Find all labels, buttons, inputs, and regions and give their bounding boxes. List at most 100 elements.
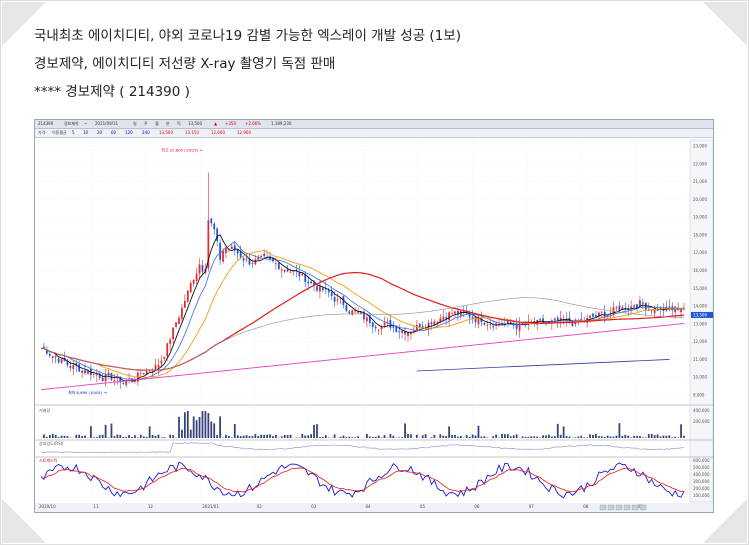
volume-bar [374, 436, 377, 438]
volume-bar [113, 436, 116, 438]
volume-bar [78, 434, 81, 438]
price-tick-label: 12,000 [693, 339, 707, 344]
stochastic-tick-label: 500,000 [693, 465, 710, 470]
candle-body [656, 310, 659, 311]
volume-bar [251, 436, 254, 438]
low-annotation: 최저 8,990 (10/01) → [68, 390, 107, 395]
ma60-line [40, 272, 685, 371]
candle-body [57, 358, 60, 363]
volume-bar [257, 436, 260, 438]
volume-bar [683, 435, 685, 438]
volume-bar [530, 436, 533, 438]
chart-scroll-button [639, 504, 647, 511]
candle-body [307, 281, 310, 284]
volume-bar [527, 436, 530, 438]
candle-body [542, 318, 544, 323]
candle-body [95, 374, 98, 376]
candle-body [222, 250, 224, 262]
candle-body [330, 292, 333, 296]
candle-body [148, 370, 151, 372]
candle-body [333, 296, 336, 302]
volume-bar [483, 436, 486, 438]
volume-bar [122, 437, 125, 438]
volume-bar [219, 416, 221, 438]
candle-body [371, 322, 374, 327]
volume-bar [415, 434, 418, 438]
candle-body [181, 307, 183, 319]
volume-bar [650, 433, 653, 438]
volume-bar [242, 435, 245, 438]
volume-bar [272, 436, 274, 438]
volume-bar [333, 434, 336, 438]
date-tick-label: 07 [529, 504, 535, 509]
candle-body [92, 373, 95, 375]
volume-bar [45, 436, 48, 438]
volume-bar [433, 434, 436, 438]
volume-bar [642, 437, 644, 438]
volume-bar [324, 435, 327, 438]
candle-body [154, 365, 157, 370]
date-tick-label: 06 [474, 504, 480, 509]
volume-bar [116, 434, 119, 438]
rsi-line [40, 442, 685, 453]
candle-body [81, 370, 83, 373]
candle-body [157, 365, 160, 368]
volume-bar [307, 435, 310, 438]
volume-bar [506, 434, 509, 438]
candle-body [286, 269, 289, 272]
volume-bar [597, 436, 600, 438]
volume-bar [233, 424, 236, 438]
candle-body [366, 317, 368, 322]
volume-bar [465, 435, 468, 438]
candle-body [183, 300, 186, 308]
candle-body [201, 265, 204, 272]
volume-bar [504, 434, 506, 438]
candle-body [69, 366, 72, 368]
volume-bar [319, 437, 321, 438]
candle-body [483, 322, 486, 325]
volume-bar [54, 434, 57, 438]
volume-bar [148, 426, 151, 438]
candle-body [125, 381, 128, 386]
candle-body [166, 343, 169, 357]
volume-bar [401, 437, 404, 438]
candle-body [615, 307, 618, 309]
rsi-panel-label: 상대강도(RSI) [39, 440, 64, 446]
volume-bar [477, 425, 480, 438]
volume-bar [51, 434, 54, 438]
volume-bar [248, 436, 251, 438]
corner-decoration [703, 2, 747, 46]
candle-body [216, 228, 219, 242]
candle-body [454, 311, 456, 314]
volume-bar [677, 437, 680, 438]
volume-bar [239, 436, 242, 438]
candle-body [163, 356, 166, 359]
volume-bar [90, 426, 92, 438]
price-tick-label: 21,000 [693, 179, 707, 184]
volume-bar [371, 437, 374, 438]
volume-bar [310, 434, 312, 438]
volume-bar [407, 434, 409, 438]
candle-body [48, 353, 51, 356]
candle-body [595, 315, 597, 317]
chart-scroll-button [631, 504, 639, 511]
volume-bar [275, 434, 277, 438]
volume-bar [131, 437, 133, 438]
candle-body [680, 309, 682, 313]
candle-body [374, 326, 377, 329]
volume-bar [95, 437, 98, 438]
candle-body [178, 317, 180, 324]
price-tick-label: 18,000 [693, 232, 707, 237]
candle-body [242, 258, 245, 261]
price-tick-label: 10,000 [693, 375, 707, 380]
volume-bar [186, 411, 189, 438]
candle-body [213, 223, 216, 230]
volume-tick-label: 200,000 [693, 419, 710, 424]
candle-body [219, 242, 221, 260]
volume-bar [509, 436, 512, 438]
candle-body [592, 313, 594, 317]
volume-bar [101, 434, 104, 438]
volume-bar [48, 435, 51, 438]
volume-bar [139, 434, 142, 438]
volume-bar [172, 435, 175, 438]
